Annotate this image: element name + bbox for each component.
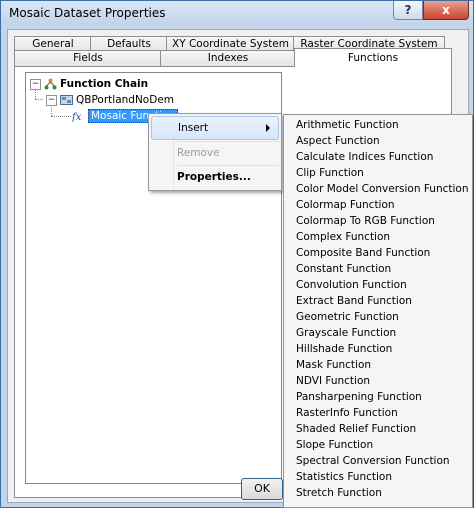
submenu-item[interactable]: Composite Band Function (296, 245, 430, 261)
collapse-icon[interactable]: − (46, 94, 57, 106)
ok-button[interactable]: OK (241, 478, 283, 500)
close-icon: x (442, 3, 450, 17)
tree-node-label: Function Chain (60, 78, 149, 90)
title-bar[interactable]: Mosaic Dataset Properties ? x (1, 1, 473, 25)
raster-dataset-icon (60, 95, 73, 105)
menu-item-label: Remove (177, 147, 220, 159)
window-title: Mosaic Dataset Properties (9, 6, 166, 20)
submenu-item[interactable]: Geometric Function (296, 309, 399, 325)
collapse-icon[interactable]: − (30, 78, 41, 90)
tree-connector (51, 116, 71, 117)
tree-node-label: QBPortlandNoDem (76, 94, 175, 106)
submenu-item[interactable]: Statistics Function (296, 469, 392, 485)
submenu-item[interactable]: Shaded Relief Function (296, 421, 416, 437)
submenu-arrow-icon (266, 124, 270, 132)
submenu-item[interactable]: Convolution Function (296, 277, 407, 293)
svg-text:fx: fx (72, 112, 82, 122)
submenu-item[interactable]: Clip Function (296, 165, 364, 181)
submenu-item[interactable]: Stretch Function (296, 485, 382, 501)
submenu-item[interactable]: Spectral Conversion Function (296, 453, 450, 469)
submenu-item[interactable]: Extract Band Function (296, 293, 412, 309)
submenu-item[interactable]: Colormap To RGB Function (296, 213, 435, 229)
tree-connector (35, 99, 43, 100)
submenu-item[interactable]: Hillshade Function (296, 341, 392, 357)
submenu-item[interactable]: Constant Function (296, 261, 391, 277)
close-button[interactable]: x (423, 1, 469, 20)
submenu-item[interactable]: Colormap Function (296, 197, 395, 213)
tree-node-function-chain[interactable]: − Function Chain (30, 77, 148, 91)
insert-submenu: Arithmetic Function Aspect Function Calc… (283, 114, 473, 508)
submenu-item[interactable]: Pansharpening Function (296, 389, 422, 405)
menu-item-insert[interactable]: Insert (151, 116, 279, 140)
context-menu: Insert Remove Properties... (148, 113, 282, 191)
submenu-item[interactable]: NDVI Function (296, 373, 370, 389)
submenu-item[interactable]: Mask Function (296, 357, 371, 373)
submenu-item[interactable]: Arithmetic Function (296, 117, 399, 133)
menu-item-label: Properties... (177, 171, 251, 183)
submenu-item[interactable]: Aspect Function (296, 133, 380, 149)
submenu-item[interactable]: Slope Function (296, 437, 373, 453)
submenu-item[interactable]: Complex Function (296, 229, 390, 245)
tab-indexes[interactable]: Indexes (160, 50, 296, 66)
tab-fields[interactable]: Fields (14, 50, 162, 66)
function-fx-icon: fx (72, 112, 82, 122)
help-button[interactable]: ? (393, 1, 423, 20)
submenu-item[interactable]: Calculate Indices Function (296, 149, 433, 165)
submenu-item[interactable]: RasterInfo Function (296, 405, 398, 421)
submenu-item[interactable]: Color Model Conversion Function (296, 181, 468, 197)
menu-item-remove[interactable]: Remove (151, 142, 277, 164)
tab-functions[interactable]: Functions (294, 48, 452, 67)
submenu-item[interactable]: Grayscale Function (296, 325, 396, 341)
menu-item-properties[interactable]: Properties... (151, 166, 277, 188)
menu-item-label: Insert (178, 122, 209, 134)
function-chain-icon (44, 78, 57, 90)
tree-node-raster[interactable]: − QBPortlandNoDem (46, 93, 174, 107)
